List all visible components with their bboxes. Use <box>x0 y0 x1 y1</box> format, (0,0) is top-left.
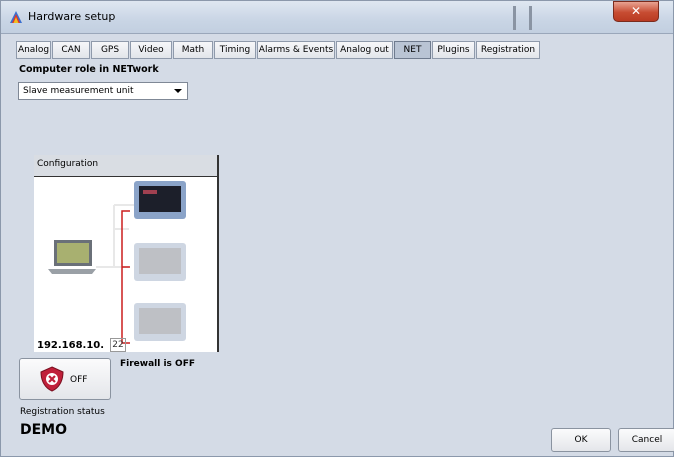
measurement-unit-icon <box>134 303 186 341</box>
tab-math[interactable]: Math <box>173 41 213 59</box>
role-select[interactable]: Slave measurement unit <box>18 82 188 100</box>
tab-plugins[interactable]: Plugins <box>432 41 475 59</box>
tab-gps[interactable]: GPS <box>91 41 129 59</box>
titlebar-separator <box>529 6 532 30</box>
tab-timing[interactable]: Timing <box>214 41 256 59</box>
firewall-toggle-button[interactable]: OFF <box>19 358 111 400</box>
app-icon <box>10 11 22 23</box>
ok-button[interactable]: OK <box>551 428 611 452</box>
measurement-unit-icon <box>134 243 186 281</box>
window-title: Hardware setup <box>28 10 116 23</box>
laptop-icon <box>48 240 96 274</box>
measurement-unit-icon <box>134 181 186 219</box>
configuration-title: Configuration <box>37 159 99 169</box>
ip-last-octet-field[interactable]: 22 <box>110 338 126 352</box>
configuration-header: Configuration <box>34 155 217 177</box>
firewall-button-label: OFF <box>70 375 88 385</box>
shield-x-icon <box>40 366 64 392</box>
title-bar[interactable]: Hardware setup ✕ <box>1 1 673 34</box>
titlebar-separator <box>513 6 516 30</box>
tab-analog[interactable]: Analog <box>16 41 51 59</box>
registration-label: Registration status <box>20 407 105 417</box>
role-select-value: Slave measurement unit <box>23 86 134 96</box>
configuration-panel: Configuration 192.168.10. 22 <box>34 155 219 352</box>
registration-status: DEMO <box>20 422 68 438</box>
role-label: Computer role in NETwork <box>19 64 159 75</box>
tab-net[interactable]: NET <box>394 41 431 59</box>
chevron-down-icon <box>174 89 182 93</box>
network-diagram <box>48 181 186 344</box>
tab-can[interactable]: CAN <box>52 41 90 59</box>
ip-prefix: 192.168.10. <box>37 340 105 351</box>
tab-alarms-events[interactable]: Alarms & Events <box>257 41 335 59</box>
hardware-setup-window: Hardware setup ✕ Analog CAN GPS Video Ma… <box>0 0 674 457</box>
cancel-button[interactable]: Cancel <box>618 428 674 452</box>
close-icon: ✕ <box>630 4 642 18</box>
close-button[interactable]: ✕ <box>613 1 659 22</box>
tab-registration[interactable]: Registration <box>476 41 540 59</box>
tab-video[interactable]: Video <box>130 41 172 59</box>
firewall-status: Firewall is OFF <box>120 359 195 369</box>
tab-analog-out[interactable]: Analog out <box>336 41 393 59</box>
